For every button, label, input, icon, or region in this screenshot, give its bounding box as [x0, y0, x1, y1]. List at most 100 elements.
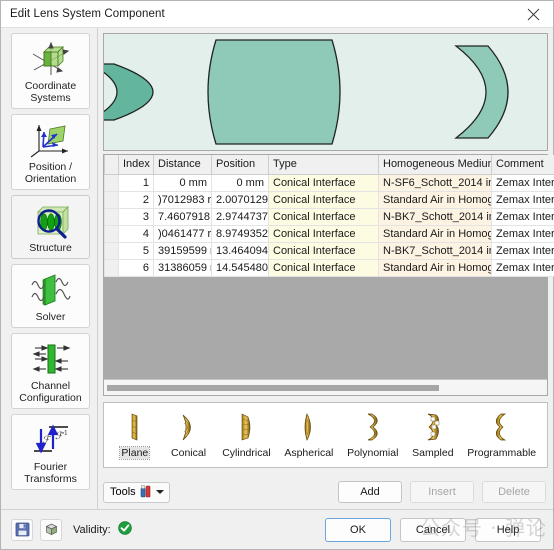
cell-index[interactable]: 3	[119, 208, 154, 225]
sidebar-item-coordinate-systems[interactable]: CoordinateSystems	[11, 33, 90, 109]
row-selector[interactable]	[105, 174, 119, 191]
cell-medium[interactable]: N-BK7_Schott_2014 in H	[379, 242, 492, 259]
cell-comment[interactable]: Zemax Interface	[492, 208, 554, 225]
table-row[interactable]: 1 0 mm 0 mm Conical Interface N-SF6_Scho…	[105, 174, 554, 191]
cell-position[interactable]: 2.9744737	[212, 208, 269, 225]
cell-index[interactable]: 1	[119, 174, 154, 191]
cell-type[interactable]: Conical Interface	[269, 174, 379, 191]
sidebar-item-position-orientation[interactable]: Position /Orientation	[11, 114, 90, 190]
surface-type-label: Cylindrical	[222, 447, 270, 459]
cell-distance[interactable]: )0461477 r	[154, 225, 212, 242]
surface-type-aspherical[interactable]: Aspherical	[283, 406, 334, 465]
column-header-position[interactable]: Position	[212, 155, 269, 174]
cell-comment[interactable]: Zemax Interface	[492, 225, 554, 242]
dialog-body: CoordinateSystems	[1, 28, 553, 509]
insert-button: Insert	[410, 481, 474, 503]
cell-position[interactable]: 8.9749352	[212, 225, 269, 242]
close-icon[interactable]	[513, 1, 553, 28]
add-button[interactable]: Add	[338, 481, 402, 503]
tools-button[interactable]: Tools	[103, 482, 170, 503]
table-row[interactable]: 6 31386059 r 14.545480 Conical Interface…	[105, 259, 554, 276]
save-floppy-icon[interactable]	[11, 519, 33, 541]
cell-distance[interactable]: 0 mm	[154, 174, 212, 191]
row-select-header[interactable]	[105, 155, 119, 174]
cell-medium[interactable]: Standard Air in Homoge	[379, 259, 492, 276]
cell-medium[interactable]: N-SF6_Schott_2014 in H	[379, 174, 492, 191]
surface-type-cylindrical[interactable]: Cylindrical	[221, 406, 271, 465]
interface-table[interactable]: Index Distance Position Type Homogeneous…	[104, 155, 547, 277]
ok-button[interactable]: OK	[325, 518, 391, 542]
solver-icon	[29, 270, 73, 310]
table-row[interactable]: 4 )0461477 r 8.9749352 Conical Interface…	[105, 225, 554, 242]
cell-index[interactable]: 5	[119, 242, 154, 259]
lens-system-preview[interactable]	[103, 33, 548, 151]
cell-medium[interactable]: Standard Air in Homoge	[379, 225, 492, 242]
cell-medium[interactable]: N-BK7_Schott_2014 in H	[379, 208, 492, 225]
table-row[interactable]: 2 )7012983 r 2.0070129 Conical Interface…	[105, 191, 554, 208]
svg-text:-1: -1	[62, 430, 68, 437]
cancel-button[interactable]: Cancel	[400, 518, 466, 542]
cell-comment[interactable]: Zemax Interface	[492, 191, 554, 208]
svg-text:ℱ: ℱ	[42, 435, 52, 446]
cell-type[interactable]: Conical Interface	[269, 208, 379, 225]
cell-distance[interactable]: 39159599 r	[154, 242, 212, 259]
row-selector[interactable]	[105, 208, 119, 225]
row-selector[interactable]	[105, 225, 119, 242]
surface-type-polynomial[interactable]: Polynomial	[346, 406, 399, 465]
structure-icon	[29, 201, 73, 241]
column-header-comment[interactable]: Comment	[492, 155, 554, 174]
lens-preview-svg	[104, 34, 545, 150]
row-selector[interactable]	[105, 242, 119, 259]
row-selector[interactable]	[105, 191, 119, 208]
scrollbar-thumb[interactable]	[107, 385, 439, 391]
cell-medium[interactable]: Standard Air in Homoge	[379, 191, 492, 208]
cell-position[interactable]: 14.545480	[212, 259, 269, 276]
cell-comment[interactable]: Zemax Interface	[492, 242, 554, 259]
surface-type-plane[interactable]: Plane	[114, 406, 156, 465]
surface-type-sampled[interactable]: Sampled	[411, 406, 454, 465]
cell-distance[interactable]: 31386059 r	[154, 259, 212, 276]
sidebar-item-fourier-transforms[interactable]: ℱ ℱ -1 FourierTransforms	[11, 414, 90, 490]
surface-type-programmable[interactable]: Programmable	[466, 406, 537, 465]
surface-type-conical[interactable]: Conical	[168, 406, 210, 465]
title-bar: Edit Lens System Component	[1, 1, 553, 28]
cell-type[interactable]: Conical Interface	[269, 225, 379, 242]
column-header-distance[interactable]: Distance	[154, 155, 212, 174]
cell-comment[interactable]: Zemax Interface	[492, 259, 554, 276]
plane-surface-icon	[115, 408, 155, 446]
chevron-down-icon	[156, 490, 164, 494]
validity-label: Validity:	[73, 524, 111, 536]
table-horizontal-scrollbar[interactable]	[104, 379, 547, 395]
table-row[interactable]: 3 7.4607918 2.9744737 Conical Interface …	[105, 208, 554, 225]
row-selector[interactable]	[105, 259, 119, 276]
table-empty-area[interactable]	[104, 277, 547, 380]
column-header-index[interactable]: Index	[119, 155, 154, 174]
content-column: Index Distance Position Type Homogeneous…	[98, 28, 553, 509]
tools-icon	[139, 484, 153, 501]
cell-index[interactable]: 2	[119, 191, 154, 208]
cube-3d-icon[interactable]	[40, 519, 62, 541]
cell-index[interactable]: 4	[119, 225, 154, 242]
cell-type[interactable]: Conical Interface	[269, 242, 379, 259]
surface-type-label: Polynomial	[347, 447, 398, 459]
cell-type[interactable]: Conical Interface	[269, 191, 379, 208]
cell-comment[interactable]: Zemax Interface	[492, 174, 554, 191]
cell-distance[interactable]: 7.4607918	[154, 208, 212, 225]
coordinate-systems-icon	[29, 39, 73, 79]
surface-type-label: Sampled	[412, 447, 453, 459]
cell-position[interactable]: 13.464094	[212, 242, 269, 259]
sidebar-item-structure[interactable]: Structure	[11, 195, 90, 259]
delete-button: Delete	[482, 481, 546, 503]
cell-type[interactable]: Conical Interface	[269, 259, 379, 276]
column-header-medium[interactable]: Homogeneous Medium	[379, 155, 492, 174]
cell-index[interactable]: 6	[119, 259, 154, 276]
sidebar: CoordinateSystems	[1, 28, 98, 509]
sidebar-item-solver[interactable]: Solver	[11, 264, 90, 328]
sidebar-item-channel-configuration[interactable]: ChannelConfiguration	[11, 333, 90, 409]
cell-position[interactable]: 0 mm	[212, 174, 269, 191]
column-header-type[interactable]: Type	[269, 155, 379, 174]
cell-distance[interactable]: )7012983 r	[154, 191, 212, 208]
table-row[interactable]: 5 39159599 r 13.464094 Conical Interface…	[105, 242, 554, 259]
cell-position[interactable]: 2.0070129	[212, 191, 269, 208]
help-button[interactable]: Help	[475, 518, 541, 542]
